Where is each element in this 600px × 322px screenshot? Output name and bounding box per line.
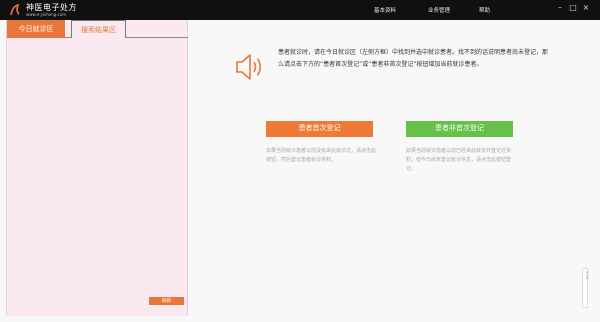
patient-list-panel: 今日就诊区 搜索结果区 刷新 (6, 20, 189, 316)
app-url: www.e-yisheng.com (26, 12, 66, 17)
menu-business-management[interactable]: 业务管理 (428, 6, 450, 14)
returning-registration-button[interactable]: 患者非首次登记 (406, 121, 513, 137)
first-registration-button[interactable]: 患者首次登记 (266, 121, 373, 137)
patient-tabs: 今日就诊区 搜索结果区 (7, 20, 189, 38)
close-button[interactable]: × (581, 3, 591, 13)
app-logo-icon (10, 3, 20, 16)
menu-basic-info[interactable]: 基本资料 (374, 6, 396, 14)
maximize-button[interactable]: □ (568, 3, 578, 13)
registration-panel: 患者就诊时，请在今日就诊区（左侧方框）中找到并选中就诊患者。找不到的话说明患者尚… (188, 20, 594, 316)
menu-help[interactable]: 帮助 (479, 6, 490, 14)
scroll-indicator-text: 1.00 (585, 271, 589, 279)
scroll-indicator[interactable]: 1.00 (582, 268, 589, 308)
first-registration-note: 如果当前就诊患者以前没有来此就诊过，请点击此按钮，然后登记患者就诊资料。 (266, 148, 377, 163)
instruction-text: 患者就诊时，请在今日就诊区（左侧方框）中找到并选中就诊患者。找不到的话说明患者尚… (278, 49, 549, 68)
refresh-button[interactable]: 刷新 (149, 297, 184, 305)
title-bar: 神医电子处方 www.e-yisheng.com 基本资料 业务管理 帮助 – … (0, 0, 600, 20)
speaker-icon (236, 54, 262, 80)
returning-registration-note: 如果当前就诊患者以前已经来此就诊并登记过资料，但今日尚未登记就诊信息，请点击此按… (406, 148, 512, 172)
tab-search-results[interactable]: 搜索结果区 (71, 20, 126, 38)
tab-today-visits[interactable]: 今日就诊区 (7, 20, 65, 38)
minimize-button[interactable]: – (555, 3, 565, 13)
